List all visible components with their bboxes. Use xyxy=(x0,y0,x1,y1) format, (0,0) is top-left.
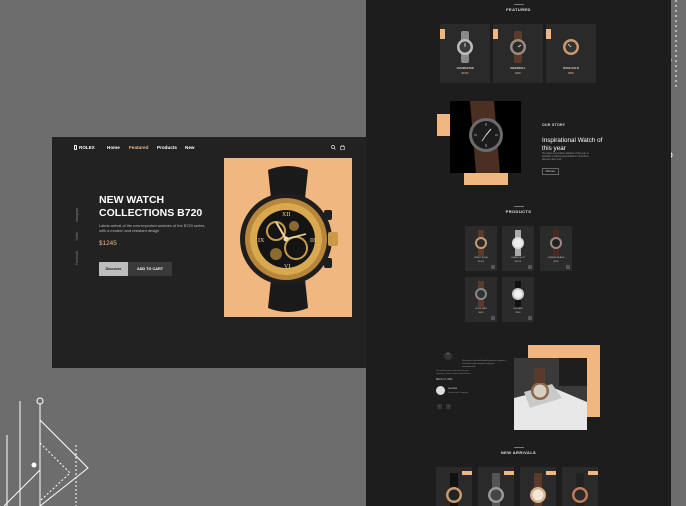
featured-name: ROSE GOLD xyxy=(563,67,579,70)
story-accent-block-bottom xyxy=(464,172,508,185)
product-name: FOSIL ME3 xyxy=(475,308,487,310)
decorative-line-art-bottom xyxy=(3,397,89,506)
watch-image xyxy=(475,281,487,307)
testimonial-role: Director of a Company xyxy=(448,392,469,394)
arrival-card[interactable] xyxy=(478,467,514,506)
featured-heading: FEATURED xyxy=(366,4,671,12)
next-arrow-button[interactable]: › xyxy=(446,404,451,409)
product-price: $650 xyxy=(478,312,484,314)
featured-price: $890 xyxy=(568,72,574,75)
svg-text:III: III xyxy=(310,238,316,244)
product-name: SPIRIT ROSE xyxy=(474,257,488,259)
new-arrivals-heading: NEW ARRIVALS xyxy=(366,447,671,455)
nav-link-products[interactable]: Products xyxy=(157,145,177,150)
hero-watch-image: XII III VI IX xyxy=(224,158,352,317)
nav-link-new[interactable]: New xyxy=(185,145,194,150)
product-price: $1500 xyxy=(477,261,485,263)
hero-price: $1245 xyxy=(99,240,117,247)
product-card[interactable]: SPIRIT ROSE $1500 xyxy=(465,226,497,271)
featured-tag xyxy=(440,29,445,39)
landing-page-preview: ROLEX Home Featured Products New Instagr… xyxy=(52,137,366,368)
story-image xyxy=(450,101,521,173)
watch-image xyxy=(572,473,588,506)
watch-logo-icon xyxy=(74,145,77,150)
testimonial-quote: Write your best testimonial about our pr… xyxy=(462,360,506,368)
social-link-facebook[interactable]: Facebook xyxy=(75,251,79,265)
story-accent-block xyxy=(437,114,451,136)
testimonial-text: The website you create will help your co… xyxy=(436,370,472,375)
watch-image xyxy=(488,473,504,506)
featured-card[interactable]: INGERSOLL $250 xyxy=(493,24,543,83)
watch-image xyxy=(512,281,524,307)
watch-image xyxy=(530,473,546,506)
hero-description: Latest arrival of the new imported watch… xyxy=(99,223,206,233)
testimonial-image xyxy=(514,358,587,430)
add-to-cart-icon[interactable] xyxy=(528,265,532,269)
bag-icon[interactable] xyxy=(340,145,345,150)
add-to-cart-icon[interactable] xyxy=(491,316,495,320)
watch-image xyxy=(563,31,579,63)
svg-text:VI: VI xyxy=(284,264,290,270)
product-name: DUCHEN xyxy=(513,308,523,310)
arrival-card[interactable] xyxy=(562,467,598,506)
story-text: The latest and modern watches of this ye… xyxy=(542,153,589,161)
product-name: KHAKI PILOT xyxy=(511,257,525,259)
add-to-cart-icon[interactable] xyxy=(528,316,532,320)
product-name: JUBILEE BLACK xyxy=(547,257,565,259)
product-price: $1250 xyxy=(514,261,522,263)
products-heading: PRODUCTS xyxy=(366,206,671,214)
add-to-cart-icon[interactable] xyxy=(491,265,495,269)
quote-icon: “ xyxy=(444,352,452,360)
long-page-preview: FEATURED JAZZMASTER $1150 INGERSOLL $250… xyxy=(366,0,671,506)
featured-card[interactable]: ROSE GOLD $890 xyxy=(546,24,596,83)
avatar xyxy=(436,386,445,395)
arrival-card[interactable] xyxy=(520,467,556,506)
watch-image xyxy=(446,473,462,506)
watch-image xyxy=(510,31,526,63)
prev-arrow-button[interactable]: ‹ xyxy=(437,404,442,409)
nav-link-home[interactable]: Home xyxy=(107,145,120,150)
product-card[interactable]: DUCHEN $950 xyxy=(502,277,534,322)
watch-image xyxy=(550,230,562,256)
testimonial-date: March 27, 2021 xyxy=(436,378,453,381)
story-title: Inspirational Watch of this year xyxy=(542,137,603,152)
watch-image xyxy=(512,230,524,256)
watch-image xyxy=(457,31,473,63)
product-price: $750 xyxy=(553,261,559,263)
featured-price: $250 xyxy=(515,72,521,75)
arrival-card[interactable] xyxy=(436,467,472,506)
social-link-instagram[interactable]: Instagram xyxy=(75,208,79,222)
story-heading: OUR STORY xyxy=(542,123,566,127)
logo[interactable]: ROLEX xyxy=(74,145,95,150)
social-link-twitter[interactable]: Twitter xyxy=(75,232,79,241)
product-card[interactable]: JUBILEE BLACK $750 xyxy=(540,226,572,271)
product-card[interactable]: KHAKI PILOT $1250 xyxy=(502,226,534,271)
testimonial-name: Lee Doe xyxy=(448,387,458,390)
story-discover-button[interactable]: Discover xyxy=(542,168,559,175)
header-nav: ROLEX Home Featured Products New xyxy=(52,137,366,159)
featured-card[interactable]: JAZZMASTER $1150 xyxy=(440,24,490,83)
product-price: $950 xyxy=(515,312,521,314)
featured-price: $1150 xyxy=(461,72,469,75)
featured-tag xyxy=(493,29,498,39)
search-icon[interactable] xyxy=(331,145,336,150)
featured-tag xyxy=(546,29,551,39)
svg-text:XII: XII xyxy=(282,212,290,218)
product-card[interactable]: FOSIL ME3 $650 xyxy=(465,277,497,322)
watch-image xyxy=(475,230,487,256)
nav-link-featured[interactable]: Featured xyxy=(129,145,148,150)
discover-button[interactable]: Discover xyxy=(99,262,128,276)
add-to-cart-icon[interactable] xyxy=(566,265,570,269)
featured-name: INGERSOLL xyxy=(510,67,526,70)
logo-text: ROLEX xyxy=(79,145,95,150)
svg-text:IX: IX xyxy=(258,238,265,244)
featured-name: JAZZMASTER xyxy=(456,67,474,70)
add-to-cart-button[interactable]: ADD TO CART xyxy=(128,262,172,276)
